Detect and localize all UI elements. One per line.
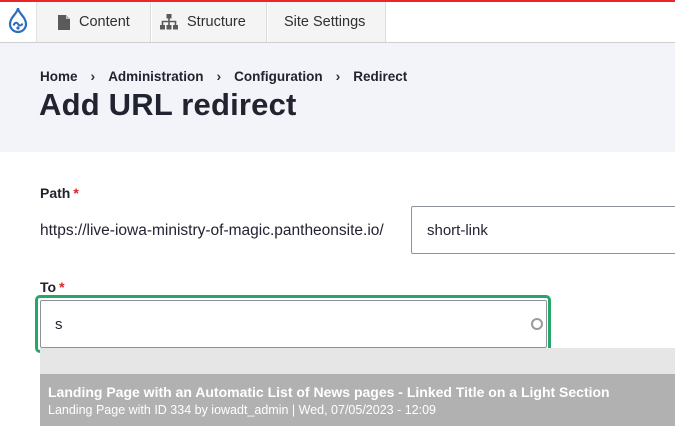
chevron-right-icon: › — [216, 68, 222, 84]
path-prefix: https://live-iowa-ministry-of-magic.pant… — [40, 222, 384, 239]
autocomplete-item-meta: Landing Page with ID 334 by iowadt_admin… — [48, 403, 437, 417]
autocomplete-list: Landing Page with an Automatic List of N… — [40, 348, 675, 426]
drupal-drop-icon — [8, 7, 28, 38]
toolbar-site-settings-label: Site Settings — [284, 14, 366, 30]
path-input[interactable] — [411, 206, 675, 254]
breadcrumb-configuration[interactable]: Configuration — [234, 69, 322, 84]
admin-toolbar: Content Structure Site Settings — [0, 0, 675, 43]
toolbar-structure-label: Structure — [187, 14, 246, 30]
breadcrumb-administration[interactable]: Administration — [108, 69, 203, 84]
chevron-right-icon: › — [335, 68, 341, 84]
sitemap-icon — [160, 14, 178, 30]
path-label: Path * — [40, 185, 79, 201]
drupal-home-button[interactable] — [0, 2, 37, 42]
file-icon — [58, 14, 70, 30]
autocomplete-throbber-icon — [531, 318, 543, 330]
to-input[interactable] — [40, 300, 547, 348]
page-title: Add URL redirect — [39, 87, 297, 122]
breadcrumb-redirect[interactable]: Redirect — [353, 69, 407, 84]
page-header: Home › Administration › Configuration › … — [0, 43, 675, 152]
chevron-right-icon: › — [90, 68, 96, 84]
to-label-text: To — [40, 279, 57, 295]
toolbar-structure-tab[interactable]: Structure — [152, 2, 267, 42]
toolbar-content-label: Content — [79, 14, 130, 30]
breadcrumb-home[interactable]: Home — [40, 69, 78, 84]
path-label-text: Path — [40, 185, 71, 201]
toolbar-content-tab[interactable]: Content — [37, 2, 151, 42]
to-label: To * — [40, 279, 65, 295]
autocomplete-item[interactable]: Landing Page with an Automatic List of N… — [40, 374, 675, 426]
breadcrumb: Home › Administration › Configuration › … — [40, 68, 407, 84]
required-marker: * — [73, 185, 79, 201]
required-marker: * — [59, 279, 65, 295]
autocomplete-item-title: Landing Page with an Automatic List of N… — [48, 384, 610, 400]
toolbar-site-settings-tab[interactable]: Site Settings — [268, 2, 386, 42]
